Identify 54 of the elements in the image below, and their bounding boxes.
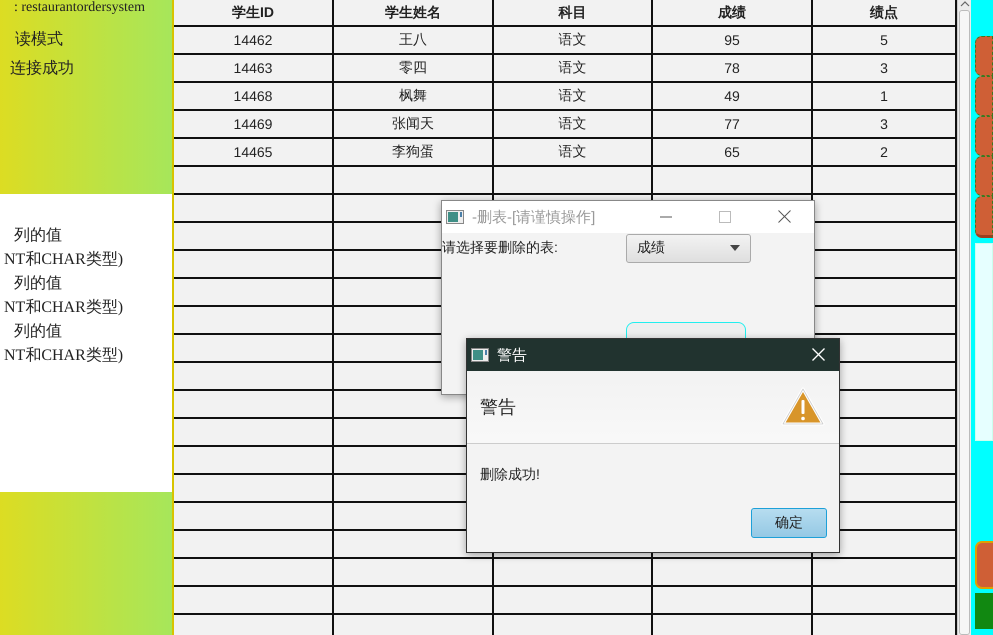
table-cell: 49: [653, 83, 813, 109]
info-text: 读模式: [15, 30, 64, 50]
log-text: NT和CHAR类型): [4, 250, 124, 270]
alert-message: 删除成功!: [479, 465, 541, 484]
table-cell: 枫舞: [334, 83, 494, 109]
table-cell: 77: [653, 111, 813, 137]
warning-icon: [781, 387, 825, 427]
scrollbar[interactable]: [957, 0, 971, 635]
app-icon: [471, 348, 489, 362]
table-dropdown[interactable]: 成绩: [626, 234, 751, 262]
window-title: -删表-[请谨慎操作]: [472, 208, 596, 226]
table-cell: 14469: [174, 111, 334, 137]
column-header[interactable]: 科目: [494, 0, 653, 25]
log-text: NT和CHAR类型): [4, 298, 124, 318]
log-text: 列的值: [14, 226, 63, 246]
dropdown-arrow-icon: [730, 245, 740, 251]
side-button[interactable]: [975, 36, 993, 76]
table-cell: 14468: [174, 83, 334, 109]
table-cell: 语文: [494, 83, 653, 109]
info-text: 连接成功: [10, 58, 75, 79]
side-button[interactable]: [975, 541, 993, 589]
column-header[interactable]: 学生姓名: [334, 0, 494, 25]
table-cell: 李狗蛋: [334, 139, 494, 165]
table-cell: 零四: [334, 55, 494, 81]
log-text: NT和CHAR类型): [4, 346, 124, 366]
ok-button[interactable]: 确定: [751, 508, 827, 538]
log-text: 列的值: [14, 274, 63, 294]
table-cell: 王八: [334, 27, 494, 53]
close-icon[interactable]: [778, 210, 791, 223]
side-button[interactable]: [975, 196, 993, 238]
table-cell: 65: [653, 139, 813, 165]
table-cell: 语文: [494, 55, 653, 81]
prompt-label: 请选择要删除的表:: [442, 239, 559, 257]
window-title: 警告: [497, 346, 527, 364]
scrollbar-thumb[interactable]: [959, 10, 970, 635]
info-text: : restaurantordersystem: [14, 0, 146, 15]
side-button[interactable]: [975, 76, 993, 116]
column-header[interactable]: 成绩: [653, 0, 813, 25]
table-cell: 14465: [174, 139, 334, 165]
scroll-up-icon[interactable]: [960, 1, 970, 7]
table-cell: 语文: [494, 111, 653, 137]
table-cell: 14463: [174, 55, 334, 81]
table-cell: 语文: [494, 139, 653, 165]
side-button[interactable]: [975, 116, 993, 156]
table-cell: 语文: [494, 27, 653, 53]
table-cell: 14462: [174, 27, 334, 53]
table-cell: 95: [653, 27, 813, 53]
column-header[interactable]: 学生ID: [174, 0, 334, 25]
table-cell: 78: [653, 55, 813, 81]
app-icon: [446, 210, 464, 224]
side-button[interactable]: [975, 156, 993, 196]
table-cell: 张闻天: [334, 111, 494, 137]
alert-header: 警告: [480, 396, 516, 419]
log-text: 列的值: [14, 322, 63, 342]
